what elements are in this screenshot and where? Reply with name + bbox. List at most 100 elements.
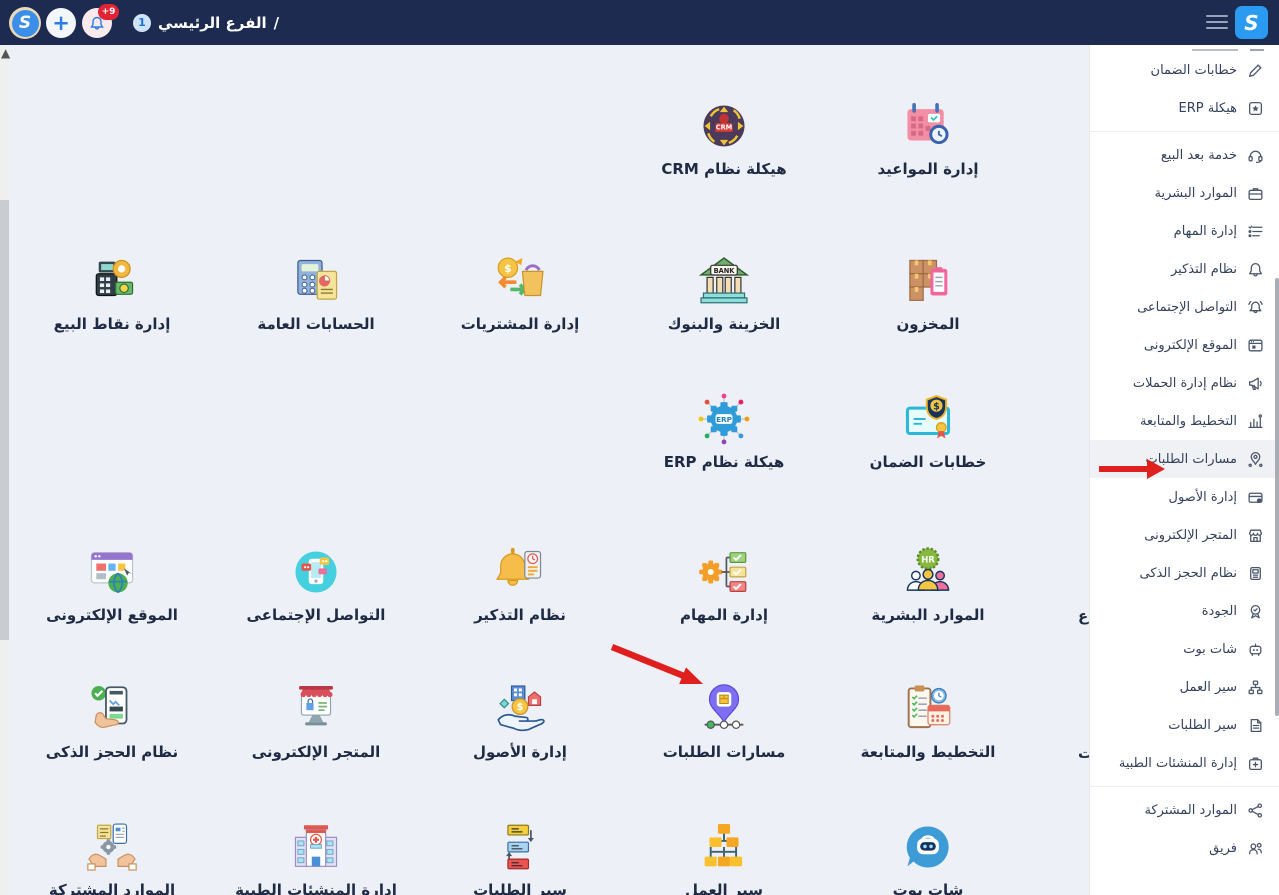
clipped-app-tile-label: ت (1078, 744, 1089, 762)
sidebar-item-website[interactable]: الموقع الإلكترونى (1090, 326, 1279, 364)
sidebar-item-label: هيكلة ERP (1179, 101, 1237, 116)
pos-register-icon (83, 252, 141, 310)
app-tile-planning-followup[interactable]: التخطيط والمتابعة (828, 680, 1028, 761)
sidebar-item-social-communication[interactable]: التواصل الإجتماعى (1090, 288, 1279, 326)
erp-gear-icon: ERP (695, 390, 753, 448)
app-tile-order-flow[interactable]: سير الطلبات (420, 818, 620, 895)
app-tile-human-resources[interactable]: HRالموارد البشرية (828, 543, 1028, 624)
app-tile-label: الحسابات العامة (257, 315, 374, 333)
app-tile-medical-facilities[interactable]: إدارة المنشئات الطبية (216, 818, 416, 895)
scroll-up-icon[interactable]: ▲ (1, 46, 10, 60)
app-tile-crm-structure[interactable]: CRMهيكلة نظام CRM (624, 97, 824, 178)
app-tile-pos-management[interactable]: إدارة نقاط البيع (12, 252, 212, 333)
sidebar-item-campaign-management[interactable]: نظام إدارة الحملات (1090, 364, 1279, 402)
app-tile-label: المخزون (896, 315, 959, 333)
chatbot-icon (899, 818, 957, 876)
pen-icon (1247, 62, 1264, 79)
app-tile-label: الخزينة والبنوك (668, 315, 781, 333)
sidebar-item-reminder-system[interactable]: نظام التذكير (1090, 250, 1279, 288)
app-tile-label: هيكلة نظام CRM (661, 160, 786, 178)
sidebar-item-medical-facilities[interactable]: إدارة المنشئات الطبية (1090, 744, 1279, 782)
hamburger-menu-icon[interactable] (1206, 15, 1228, 31)
reminder-bell-icon (491, 543, 549, 601)
app-tile-workflow[interactable]: سير العمل (624, 818, 824, 895)
assets-hand-icon: $ (491, 680, 549, 738)
sidebar-item-label: خدمة بعد البيع (1161, 148, 1237, 163)
app-tile-label: الموارد المشتركة (49, 881, 175, 895)
main-scrollbar-thumb[interactable] (0, 200, 9, 640)
app-tile-guarantee-letters[interactable]: $ خطابات الضمان (828, 390, 1028, 471)
sidebar-item-erp-structure[interactable]: هيكلة ERP (1090, 89, 1279, 127)
svg-text:$: $ (933, 401, 940, 412)
app-tile-inventory[interactable]: المخزون (828, 252, 1028, 333)
sidebar-item-order-flow[interactable]: سير الطلبات (1090, 706, 1279, 744)
app-tile-asset-management[interactable]: $إدارة الأصول (420, 680, 620, 761)
sidebar-item-label: سير العمل (1180, 680, 1237, 695)
app-tile-label: المتجر الإلكترونى (252, 743, 381, 761)
app-tile-purchases[interactable]: $ إدارة المشتريات (420, 252, 620, 333)
app-tile-treasury-banks[interactable]: BANKالخزينة والبنوك (624, 252, 824, 333)
sidebar-item-human-resources[interactable]: الموارد البشرية (1090, 174, 1279, 212)
app-tile-chatbot[interactable]: شات بوت (828, 818, 1028, 895)
sidebar-item-chatbot[interactable]: شات بوت (1090, 630, 1279, 668)
sidebar-item-after-sales-service[interactable]: خدمة بعد البيع (1090, 136, 1279, 174)
app-tile-order-tracks[interactable]: مسارات الطلبات (624, 680, 824, 761)
sidebar-item-shared-resources[interactable]: الموارد المشتركة (1090, 791, 1279, 829)
sidebar-item-task-management[interactable]: إدارة المهام (1090, 212, 1279, 250)
app-tile-erp-structure[interactable]: ERPهيكلة نظام ERP (624, 390, 824, 471)
app-tile-shared-resources[interactable]: الموارد المشتركة (12, 818, 212, 895)
app-tile-label: الموارد البشرية (871, 606, 984, 624)
sidebar-item-smart-booking[interactable]: نظام الحجز الذكى (1090, 554, 1279, 592)
app-tile-task-management[interactable]: إدارة المهام (624, 543, 824, 624)
svg-text:$: $ (504, 262, 512, 275)
headset-icon (1247, 147, 1264, 164)
quality-badge-icon (1247, 603, 1264, 620)
app-tile-website[interactable]: الموقع الإلكترونى (12, 543, 212, 624)
app-tile-online-store[interactable]: المتجر الإلكترونى (216, 680, 416, 761)
sidebar-item-order-tracks[interactable]: مسارات الطلبات (1090, 440, 1279, 478)
app-tile-appointments[interactable]: إدارة المواعيد (828, 97, 1028, 178)
sidebar-divider (1090, 786, 1279, 787)
top-bar: S + +9 1 الفرع الرئيسي / S (0, 0, 1279, 45)
planning-chart-icon (1247, 413, 1264, 430)
sidebar-item-online-store[interactable]: المتجر الإلكترونى (1090, 516, 1279, 554)
order-tracks-pin-icon (695, 680, 753, 738)
briefcase-icon (1247, 185, 1264, 202)
app-tile-label: إدارة نقاط البيع (54, 315, 171, 333)
sidebar-item-label: التخطيط والمتابعة (1140, 414, 1237, 429)
social-bell-icon (1247, 299, 1264, 316)
app-tile-reminder-system[interactable]: نظام التذكير (420, 543, 620, 624)
share-network-icon (1247, 802, 1264, 819)
app-tile-label: التخطيط والمتابعة (861, 743, 996, 761)
app-tile-label: إدارة المشتريات (461, 315, 580, 333)
sidebar-scrollbar-thumb[interactable] (1275, 278, 1279, 716)
inventory-boxes-icon (899, 252, 957, 310)
app-tile-label: خطابات الضمان (870, 453, 987, 471)
sidebar-item-label: نظام إدارة الحملات (1133, 376, 1237, 391)
sidebar-item-team[interactable]: فريق (1090, 829, 1279, 867)
sidebar-item-workflow[interactable]: سير العمل (1090, 668, 1279, 706)
sidebar-item-label: شات بوت (1183, 642, 1237, 657)
app-tile-label: الموقع الإلكترونى (46, 606, 178, 624)
sidebar-item-guarantee-letters[interactable]: خطابات الضمان (1090, 51, 1279, 89)
add-button[interactable]: + (46, 8, 76, 38)
svg-text:$: $ (517, 702, 524, 713)
app-tile-smart-booking[interactable]: نظام الحجز الذكى (12, 680, 212, 761)
sidebar-item-asset-management[interactable]: إدارة الأصول (1090, 478, 1279, 516)
user-avatar[interactable]: S (9, 7, 41, 39)
sidebar-item-planning-followup[interactable]: التخطيط والمتابعة (1090, 402, 1279, 440)
app-tile-general-accounts[interactable]: الحسابات العامة (216, 252, 416, 333)
robot-icon (1247, 641, 1264, 658)
guarantee-certificate-icon: $ (899, 390, 957, 448)
shared-resources-icon (83, 818, 141, 876)
app-tile-social-communication[interactable]: التواصل الإجتماعى (216, 543, 416, 624)
main-scrollbar[interactable]: ▲ (0, 45, 9, 895)
breadcrumb[interactable]: 1 الفرع الرئيسي / (133, 0, 279, 45)
sidebar-item-label: الجودة (1202, 604, 1237, 619)
megaphone-icon (1247, 375, 1264, 392)
app-logo: S (1235, 6, 1268, 39)
sidebar-item-quality[interactable]: الجودة (1090, 592, 1279, 630)
tasks-gear-icon (695, 543, 753, 601)
app-tile-label: شات بوت (893, 881, 964, 895)
app-tile-label: مسارات الطلبات (663, 743, 786, 761)
